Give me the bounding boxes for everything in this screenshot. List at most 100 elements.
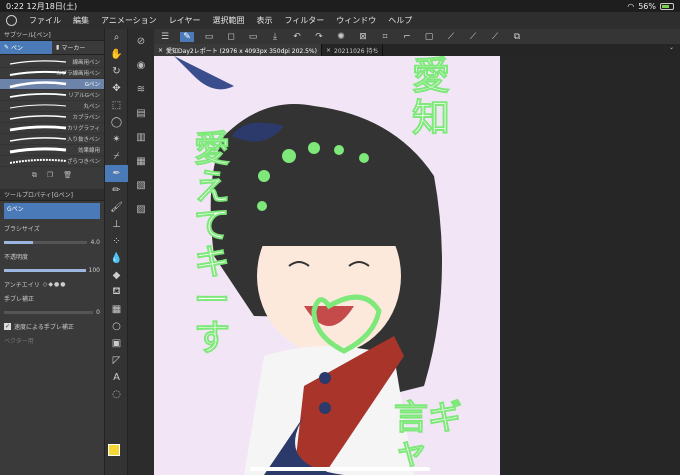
brush-item[interactable]: カプラ線画用ペン [0, 68, 104, 79]
fill-select-icon[interactable]: ▢ [422, 32, 436, 42]
copy-icon[interactable]: ⧉ [32, 171, 37, 180]
crop-icon[interactable]: ⌐ [400, 32, 414, 42]
open-icon[interactable]: ▭ [246, 32, 260, 42]
tool-rotate[interactable]: ↻ [105, 63, 128, 80]
tool-blend[interactable]: 💧 [105, 250, 128, 267]
tab-document-2[interactable]: × 20211026 持ち [322, 44, 384, 56]
material-icon[interactable]: ▤ [128, 101, 154, 125]
opacity-row: 不透明度 [0, 249, 104, 263]
ruler-icon: ◸ [112, 355, 121, 366]
navigator-icon[interactable]: ⊘ [128, 29, 154, 53]
menu-window[interactable]: ウィンドウ [336, 15, 376, 26]
brush-preview: Gペン [4, 203, 100, 219]
menu-icon[interactable]: ☰ [158, 32, 172, 42]
tool-zoom[interactable]: ⌕ [105, 29, 128, 46]
canvas[interactable]: 愛知 愛えてキーす 言ギャ [154, 56, 500, 475]
brush-size-row: ブラシサイズ [0, 221, 104, 235]
menu-filter[interactable]: フィルター [284, 15, 324, 26]
loading-icon[interactable]: ✺ [334, 32, 348, 42]
tool-lasso[interactable]: ◯ [105, 114, 128, 131]
figure-icon: ○ [112, 321, 121, 332]
tool-wand[interactable]: ✴ [105, 131, 128, 148]
chevron-down-icon[interactable]: ⌄ [669, 44, 680, 56]
antialias-options[interactable]: ◇◆●● [43, 281, 67, 288]
pen-smooth-icon[interactable]: ⟋ [466, 32, 480, 42]
brush-item[interactable]: カリグラフィ [0, 123, 104, 134]
tool-text[interactable]: A [105, 369, 128, 386]
subtool-tab-pen[interactable]: ✎ ペン [0, 41, 52, 54]
tool-brush[interactable]: 🖌 [105, 199, 128, 216]
tool-gradient[interactable]: ▦ [105, 301, 128, 318]
duplicate-icon[interactable]: ❐ [47, 171, 53, 179]
tool-airbrush[interactable]: ⊥ [105, 216, 128, 233]
menu-layer[interactable]: レイヤー [169, 15, 201, 26]
tool-frame[interactable]: ▣ [105, 335, 128, 352]
menu-help[interactable]: ヘルプ [388, 15, 412, 26]
tool-decoration[interactable]: ⁘ [105, 233, 128, 250]
brush-item-g-pen[interactable]: Gペン [0, 79, 104, 90]
layers-icon[interactable]: ≋ [128, 77, 154, 101]
transform-icon[interactable]: ⌗ [378, 32, 392, 42]
eraser-icon: ◆ [112, 270, 121, 281]
canvas-area[interactable]: 愛知 愛えてキーす 言ギャ [154, 56, 680, 475]
brush-item[interactable]: ざらつきペン [0, 156, 104, 167]
tool-figure[interactable]: ○ [105, 318, 128, 335]
clear-icon[interactable]: ⊠ [356, 32, 370, 42]
redo-icon[interactable]: ↷ [312, 32, 326, 42]
tool-pen[interactable]: ✒ [105, 165, 128, 182]
opacity-value[interactable]: 100 [89, 267, 100, 274]
brush-item[interactable]: 入り抜きペン [0, 134, 104, 145]
pen-pressure-icon[interactable]: ⟋ [444, 32, 458, 42]
app-logo-icon[interactable] [6, 15, 17, 26]
history-icon[interactable]: ▥ [128, 125, 154, 149]
tool-move[interactable]: ✥ [105, 80, 128, 97]
gradient-icon: ▦ [111, 304, 122, 315]
new-icon[interactable]: ◻ [224, 32, 238, 42]
sub-view-icon[interactable]: ▧ [128, 173, 154, 197]
tool-select[interactable]: ⬚ [105, 97, 128, 114]
brush-item[interactable]: 効果線用 [0, 145, 104, 156]
layer-property-icon[interactable]: ▦ [128, 149, 154, 173]
stabilization-slider[interactable] [4, 310, 94, 314]
menu-view[interactable]: 表示 [256, 15, 272, 26]
share-icon[interactable]: ⧉ [510, 32, 524, 42]
tab-document-1[interactable]: × 愛知Day2レポート (2976 x 4093px 350dpi 202.5%… [154, 44, 322, 56]
tool-ruler[interactable]: ◸ [105, 352, 128, 369]
close-icon[interactable]: × [326, 47, 331, 54]
opacity-slider[interactable] [4, 268, 86, 272]
speed-stabilization-checkbox[interactable]: ✓ [4, 322, 11, 330]
menu-edit[interactable]: 編集 [73, 15, 89, 26]
gallery-icon[interactable]: ▭ [202, 32, 216, 42]
tool-eyedropper[interactable]: ⌿ [105, 148, 128, 165]
brush-item[interactable]: リアルGペン [0, 90, 104, 101]
undo-icon[interactable]: ↶ [290, 32, 304, 42]
tool-balloon[interactable]: ◌ [105, 386, 128, 403]
tool-hand[interactable]: ✋ [105, 46, 128, 63]
eyedropper-icon: ⌿ [113, 151, 120, 162]
stabilization-value[interactable]: 0 [96, 309, 100, 316]
user-icon[interactable]: ▨ [128, 197, 154, 221]
brush-item[interactable]: 線画用ペン [0, 57, 104, 68]
color-wheel-icon[interactable]: ◉ [128, 53, 154, 77]
brush-item[interactable]: 丸ペン [0, 101, 104, 112]
edit-mode-icon[interactable]: ✎ [180, 31, 194, 42]
save-icon[interactable]: ⤓ [268, 32, 282, 42]
tool-eraser[interactable]: ◆ [105, 267, 128, 284]
foreground-color-swatch[interactable] [108, 444, 120, 456]
menu-selection[interactable]: 選択範囲 [212, 15, 244, 26]
tool-fill[interactable]: ⛾ [105, 284, 128, 301]
brush-size-value[interactable]: 4.0 [90, 239, 100, 246]
home-indicator[interactable] [250, 467, 430, 471]
brush-size-slider[interactable] [4, 240, 88, 244]
rotate-icon: ↻ [112, 66, 121, 77]
pen-brush-icon[interactable]: ⟋ [488, 32, 502, 42]
close-icon[interactable]: × [158, 47, 163, 54]
trash-icon[interactable]: 🗑 [63, 171, 72, 179]
blend-icon: 💧 [110, 253, 123, 264]
menu-file[interactable]: ファイル [29, 15, 61, 26]
subtool-tab-marker[interactable]: ▮ マーカー [52, 41, 104, 54]
tool-pencil[interactable]: ✏ [105, 182, 128, 199]
brush-item[interactable]: カブラペン [0, 112, 104, 123]
stabilization-label: 手ブレ補正 [4, 295, 35, 303]
menu-animation[interactable]: アニメーション [101, 15, 157, 26]
